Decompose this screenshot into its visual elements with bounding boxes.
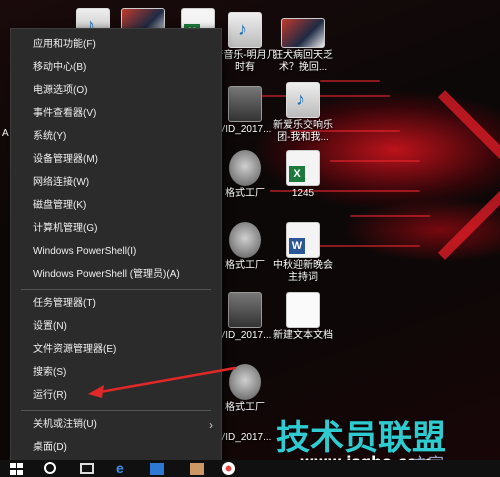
edge-browser-icon[interactable]: e [116,461,132,475]
store-icon[interactable] [150,463,164,475]
app-icon[interactable] [222,462,235,475]
annotation-arrow [88,366,237,398]
folder-icon[interactable] [190,463,204,475]
task-view-icon[interactable] [80,463,94,474]
cortana-icon[interactable] [44,462,56,474]
windows-start-icon[interactable] [10,463,23,476]
taskbar: e [0,460,500,477]
